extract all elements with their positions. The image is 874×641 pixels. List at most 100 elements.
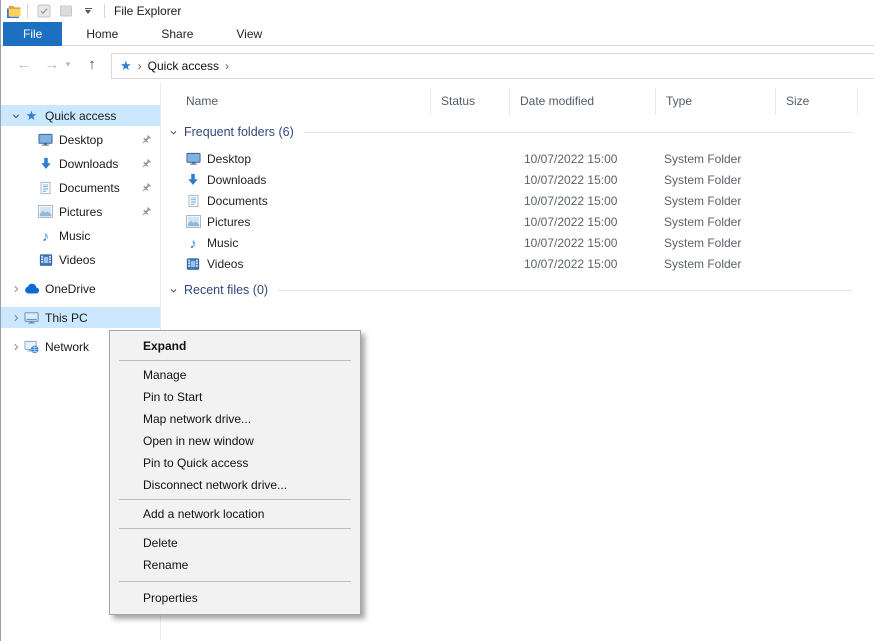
file-date-modified: 10/07/2022 15:00 [510, 152, 656, 166]
frequent-folders-list: Desktop 10/07/2022 15:00 System Folder D… [161, 148, 874, 274]
pin-icon [140, 134, 154, 146]
menu-item-disconnect-network-drive[interactable]: Disconnect network drive... [110, 474, 360, 496]
file-type: System Folder [656, 257, 776, 271]
sidebar-item-music[interactable]: ♪ Music [1, 225, 160, 246]
downloads-icon [37, 157, 54, 171]
music-icon: ♪ [185, 236, 201, 250]
column-header-name[interactable]: Name [161, 88, 431, 115]
sidebar-item-label: Downloads [59, 157, 140, 171]
divider [278, 290, 852, 291]
sidebar-item-downloads[interactable]: Downloads [1, 153, 160, 174]
sidebar-item-label: This PC [45, 311, 160, 325]
group-header-label: Frequent folders (6) [184, 125, 294, 139]
chevron-right-icon[interactable] [9, 313, 23, 323]
pin-icon [140, 206, 154, 218]
file-type: System Folder [656, 194, 776, 208]
menu-item-expand[interactable]: Expand [110, 335, 360, 357]
table-row-downloads[interactable]: Downloads 10/07/2022 15:00 System Folder [161, 169, 874, 190]
file-date-modified: 10/07/2022 15:00 [510, 236, 656, 250]
column-headers: Name Status Date modified Type Size [161, 88, 874, 115]
desktop-icon [37, 132, 54, 147]
tab-share[interactable]: Share [142, 22, 212, 46]
chevron-down-icon[interactable] [169, 286, 178, 295]
file-type: System Folder [656, 236, 776, 250]
qat-customize-dropdown[interactable] [80, 8, 96, 14]
table-row-desktop[interactable]: Desktop 10/07/2022 15:00 System Folder [161, 148, 874, 169]
table-row-videos[interactable]: Videos 10/07/2022 15:00 System Folder [161, 253, 874, 274]
sidebar-item-desktop[interactable]: Desktop [1, 129, 160, 150]
sidebar-item-quick-access[interactable]: ★ Quick access [1, 105, 160, 126]
chevron-right-icon[interactable]: › [225, 59, 229, 73]
tab-file[interactable]: File [3, 22, 62, 46]
file-name: Videos [207, 257, 243, 271]
address-bar[interactable]: ★ › Quick access › [111, 53, 874, 79]
menu-item-pin-to-start[interactable]: Pin to Start [110, 386, 360, 408]
sidebar-item-label: Documents [59, 181, 140, 195]
sidebar-item-videos[interactable]: Videos [1, 249, 160, 270]
back-button[interactable]: ← [12, 51, 36, 77]
divider [304, 132, 852, 133]
tab-home[interactable]: Home [67, 22, 137, 46]
sidebar-item-onedrive[interactable]: OneDrive [1, 278, 160, 299]
recent-locations-chevron-icon[interactable]: ▾ [61, 51, 75, 77]
file-type: System Folder [656, 215, 776, 229]
sidebar-item-label: Desktop [59, 133, 140, 147]
up-button[interactable]: ↑ [80, 51, 104, 77]
table-row-documents[interactable]: Documents 10/07/2022 15:00 System Folder [161, 190, 874, 211]
menu-item-rename[interactable]: Rename [110, 554, 360, 576]
documents-icon [37, 181, 54, 195]
qat-new-folder-button[interactable] [57, 3, 75, 19]
menu-item-add-a-network-location[interactable]: Add a network location [110, 503, 360, 525]
tab-view[interactable]: View [217, 22, 281, 46]
column-header-date-modified[interactable]: Date modified [510, 88, 656, 115]
downloads-icon [185, 173, 201, 187]
group-header-recent-files[interactable]: Recent files (0) [161, 280, 874, 300]
pin-icon [140, 182, 154, 194]
file-date-modified: 10/07/2022 15:00 [510, 194, 656, 208]
menu-item-delete[interactable]: Delete [110, 532, 360, 554]
pin-icon [140, 158, 154, 170]
menu-separator [119, 360, 351, 361]
pictures-icon [37, 205, 54, 218]
menu-item-map-network-drive[interactable]: Map network drive... [110, 408, 360, 430]
file-explorer-logo-icon [6, 3, 22, 19]
sidebar-item-this-pc[interactable]: This PC [1, 307, 160, 328]
file-name: Downloads [207, 173, 266, 187]
qat-properties-button[interactable] [35, 3, 53, 19]
videos-icon [185, 257, 201, 271]
menu-item-pin-to-quick-access[interactable]: Pin to Quick access [110, 452, 360, 474]
quick-access-star-icon: ★ [23, 108, 40, 124]
menu-item-open-in-new-window[interactable]: Open in new window [110, 430, 360, 452]
sidebar-item-documents[interactable]: Documents [1, 177, 160, 198]
table-row-pictures[interactable]: Pictures 10/07/2022 15:00 System Folder [161, 211, 874, 232]
titlebar: File Explorer [1, 0, 874, 22]
sidebar-item-pictures[interactable]: Pictures [1, 201, 160, 222]
column-header-type[interactable]: Type [656, 88, 776, 115]
breadcrumb-location[interactable]: Quick access [148, 59, 219, 73]
chevron-right-icon[interactable] [9, 284, 23, 294]
column-header-status[interactable]: Status [431, 88, 510, 115]
sidebar-item-label: Videos [59, 253, 160, 267]
file-name: Desktop [207, 152, 251, 166]
file-date-modified: 10/07/2022 15:00 [510, 215, 656, 229]
sidebar-item-label: Music [59, 229, 160, 243]
menu-item-manage[interactable]: Manage [110, 364, 360, 386]
this-pc-icon [23, 310, 40, 325]
column-header-spacer [858, 88, 874, 115]
divider [104, 4, 105, 18]
network-icon [23, 339, 40, 354]
sidebar-item-label: Quick access [45, 109, 160, 123]
menu-separator [119, 528, 351, 529]
chevron-down-icon[interactable] [169, 128, 178, 137]
column-header-size[interactable]: Size [776, 88, 858, 115]
group-header-frequent-folders[interactable]: Frequent folders (6) [161, 122, 874, 142]
table-row-music[interactable]: ♪Music 10/07/2022 15:00 System Folder [161, 232, 874, 253]
chevron-right-icon[interactable] [9, 342, 23, 352]
menu-item-properties[interactable]: Properties [110, 587, 360, 609]
chevron-down-icon[interactable] [9, 111, 23, 121]
chevron-right-icon[interactable]: › [138, 59, 142, 73]
sidebar-item-label: Pictures [59, 205, 140, 219]
videos-icon [37, 253, 54, 267]
sidebar-item-label: OneDrive [45, 282, 160, 296]
menu-separator [119, 581, 351, 582]
